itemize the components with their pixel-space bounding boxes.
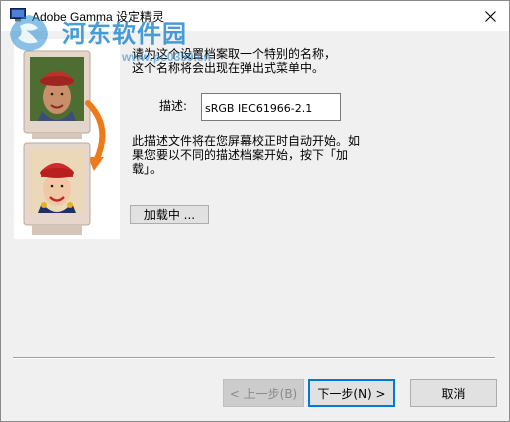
monitor-faces-image [14,39,120,239]
intro-line: 请为这个设置档案取一个特别的名称， [132,47,337,61]
gamma-illustration [14,39,120,239]
title-bar[interactable]: Adobe Gamma 设定精灵 [1,1,509,31]
adobe-gamma-wizard-window: Adobe Gamma 设定精灵 请为这个设置档案取一个特别的名称， 这个名称将… [0,0,510,422]
intro-line: 这个名称将会出现在弹出式菜单中。 [132,61,325,75]
close-button[interactable] [471,1,509,31]
info-line: 果您要以不同的描述档案开始，按下「加 [132,148,349,162]
footer-separator [13,357,495,359]
info-text: 此描述文件将在您屏幕校正时自动开始。如 果您要以不同的描述档案开始，按下「加 载… [132,134,372,176]
description-input[interactable] [201,93,341,121]
description-label: 描述: [159,99,188,113]
back-button[interactable]: < 上一步(B) [223,379,304,407]
close-icon [484,10,496,22]
info-line: 此描述文件将在您屏幕校正时自动开始。如 [132,134,361,148]
window-title: Adobe Gamma 设定精灵 [32,10,165,24]
info-line: 载」。 [132,162,163,176]
cancel-button[interactable]: 取消 [410,379,497,407]
intro-text: 请为这个设置档案取一个特别的名称， 这个名称将会出现在弹出式菜单中。 [132,47,372,75]
monitor-icon [10,8,26,22]
load-button[interactable]: 加载中 ... [130,205,209,224]
next-button[interactable]: 下一步(N) > [308,379,395,407]
